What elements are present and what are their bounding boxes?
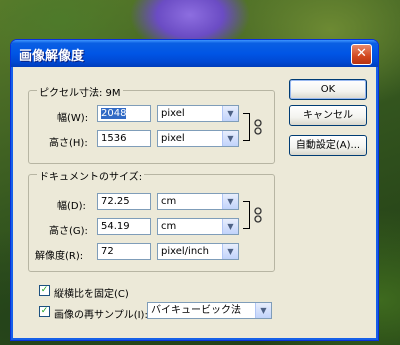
doc-width-label: 幅(D): (57, 201, 86, 212)
pixel-link-bracket (243, 113, 250, 141)
pixel-width-unit-select[interactable]: pixel ▼ (157, 105, 239, 122)
cancel-button[interactable]: キャンセル (289, 105, 367, 126)
auto-button[interactable]: 自動設定(A)... (289, 135, 367, 156)
chevron-down-icon: ▼ (222, 244, 238, 259)
chain-link-icon (253, 119, 263, 135)
chevron-down-icon: ▼ (255, 303, 271, 318)
resolution-input[interactable]: 72 (97, 243, 151, 260)
resample-image-checkbox[interactable]: ✓ (39, 306, 50, 317)
doc-link-bracket (243, 201, 250, 229)
doc-height-label: 高さ(G): (49, 226, 88, 237)
pixel-height-label: 高さ(H): (49, 138, 88, 149)
doc-width-input[interactable]: 72.25 (97, 193, 151, 210)
doc-height-unit-select[interactable]: cm ▼ (157, 218, 239, 235)
chevron-down-icon: ▼ (222, 219, 238, 234)
constrain-proportions-label[interactable]: 縦横比を固定(C) (54, 285, 129, 300)
dialog-title: 画像解像度 (19, 49, 85, 64)
close-icon: ✕ (356, 46, 367, 61)
check-icon: ✓ (40, 285, 49, 295)
chain-link-icon (253, 207, 263, 223)
pixel-dimensions-group: ピクセル寸法: 9M (28, 84, 275, 164)
document-size-title: ドキュメントのサイズ: (37, 168, 145, 183)
resample-method-select[interactable]: バイキュービック法 ▼ (147, 302, 272, 319)
chevron-down-icon: ▼ (222, 194, 238, 209)
chevron-down-icon: ▼ (222, 131, 238, 146)
constrain-proportions-checkbox[interactable]: ✓ (39, 285, 50, 296)
resolution-unit-select[interactable]: pixel/inch ▼ (157, 243, 239, 260)
pixel-width-label: 幅(W): (57, 113, 89, 124)
pixel-height-unit-select[interactable]: pixel ▼ (157, 130, 239, 147)
doc-height-input[interactable]: 54.19 (97, 218, 151, 235)
close-button[interactable]: ✕ (351, 44, 372, 65)
resample-image-label[interactable]: 画像の再サンプル(I): (54, 306, 148, 321)
pixel-width-input[interactable]: 2048 (97, 105, 151, 122)
title-bar[interactable]: 画像解像度 ✕ (11, 40, 378, 67)
ok-button[interactable]: OK (289, 79, 367, 100)
chevron-down-icon: ▼ (222, 106, 238, 121)
image-size-dialog: 画像解像度 ✕ ピクセル寸法: 9M 幅(W): 2048 pixel ▼ 高さ… (10, 39, 379, 341)
pixel-dimensions-title: ピクセル寸法: 9M (37, 84, 123, 99)
pixel-height-input[interactable]: 1536 (97, 130, 151, 147)
resolution-label: 解像度(R): (35, 251, 84, 262)
check-icon: ✓ (40, 306, 49, 316)
doc-width-unit-select[interactable]: cm ▼ (157, 193, 239, 210)
